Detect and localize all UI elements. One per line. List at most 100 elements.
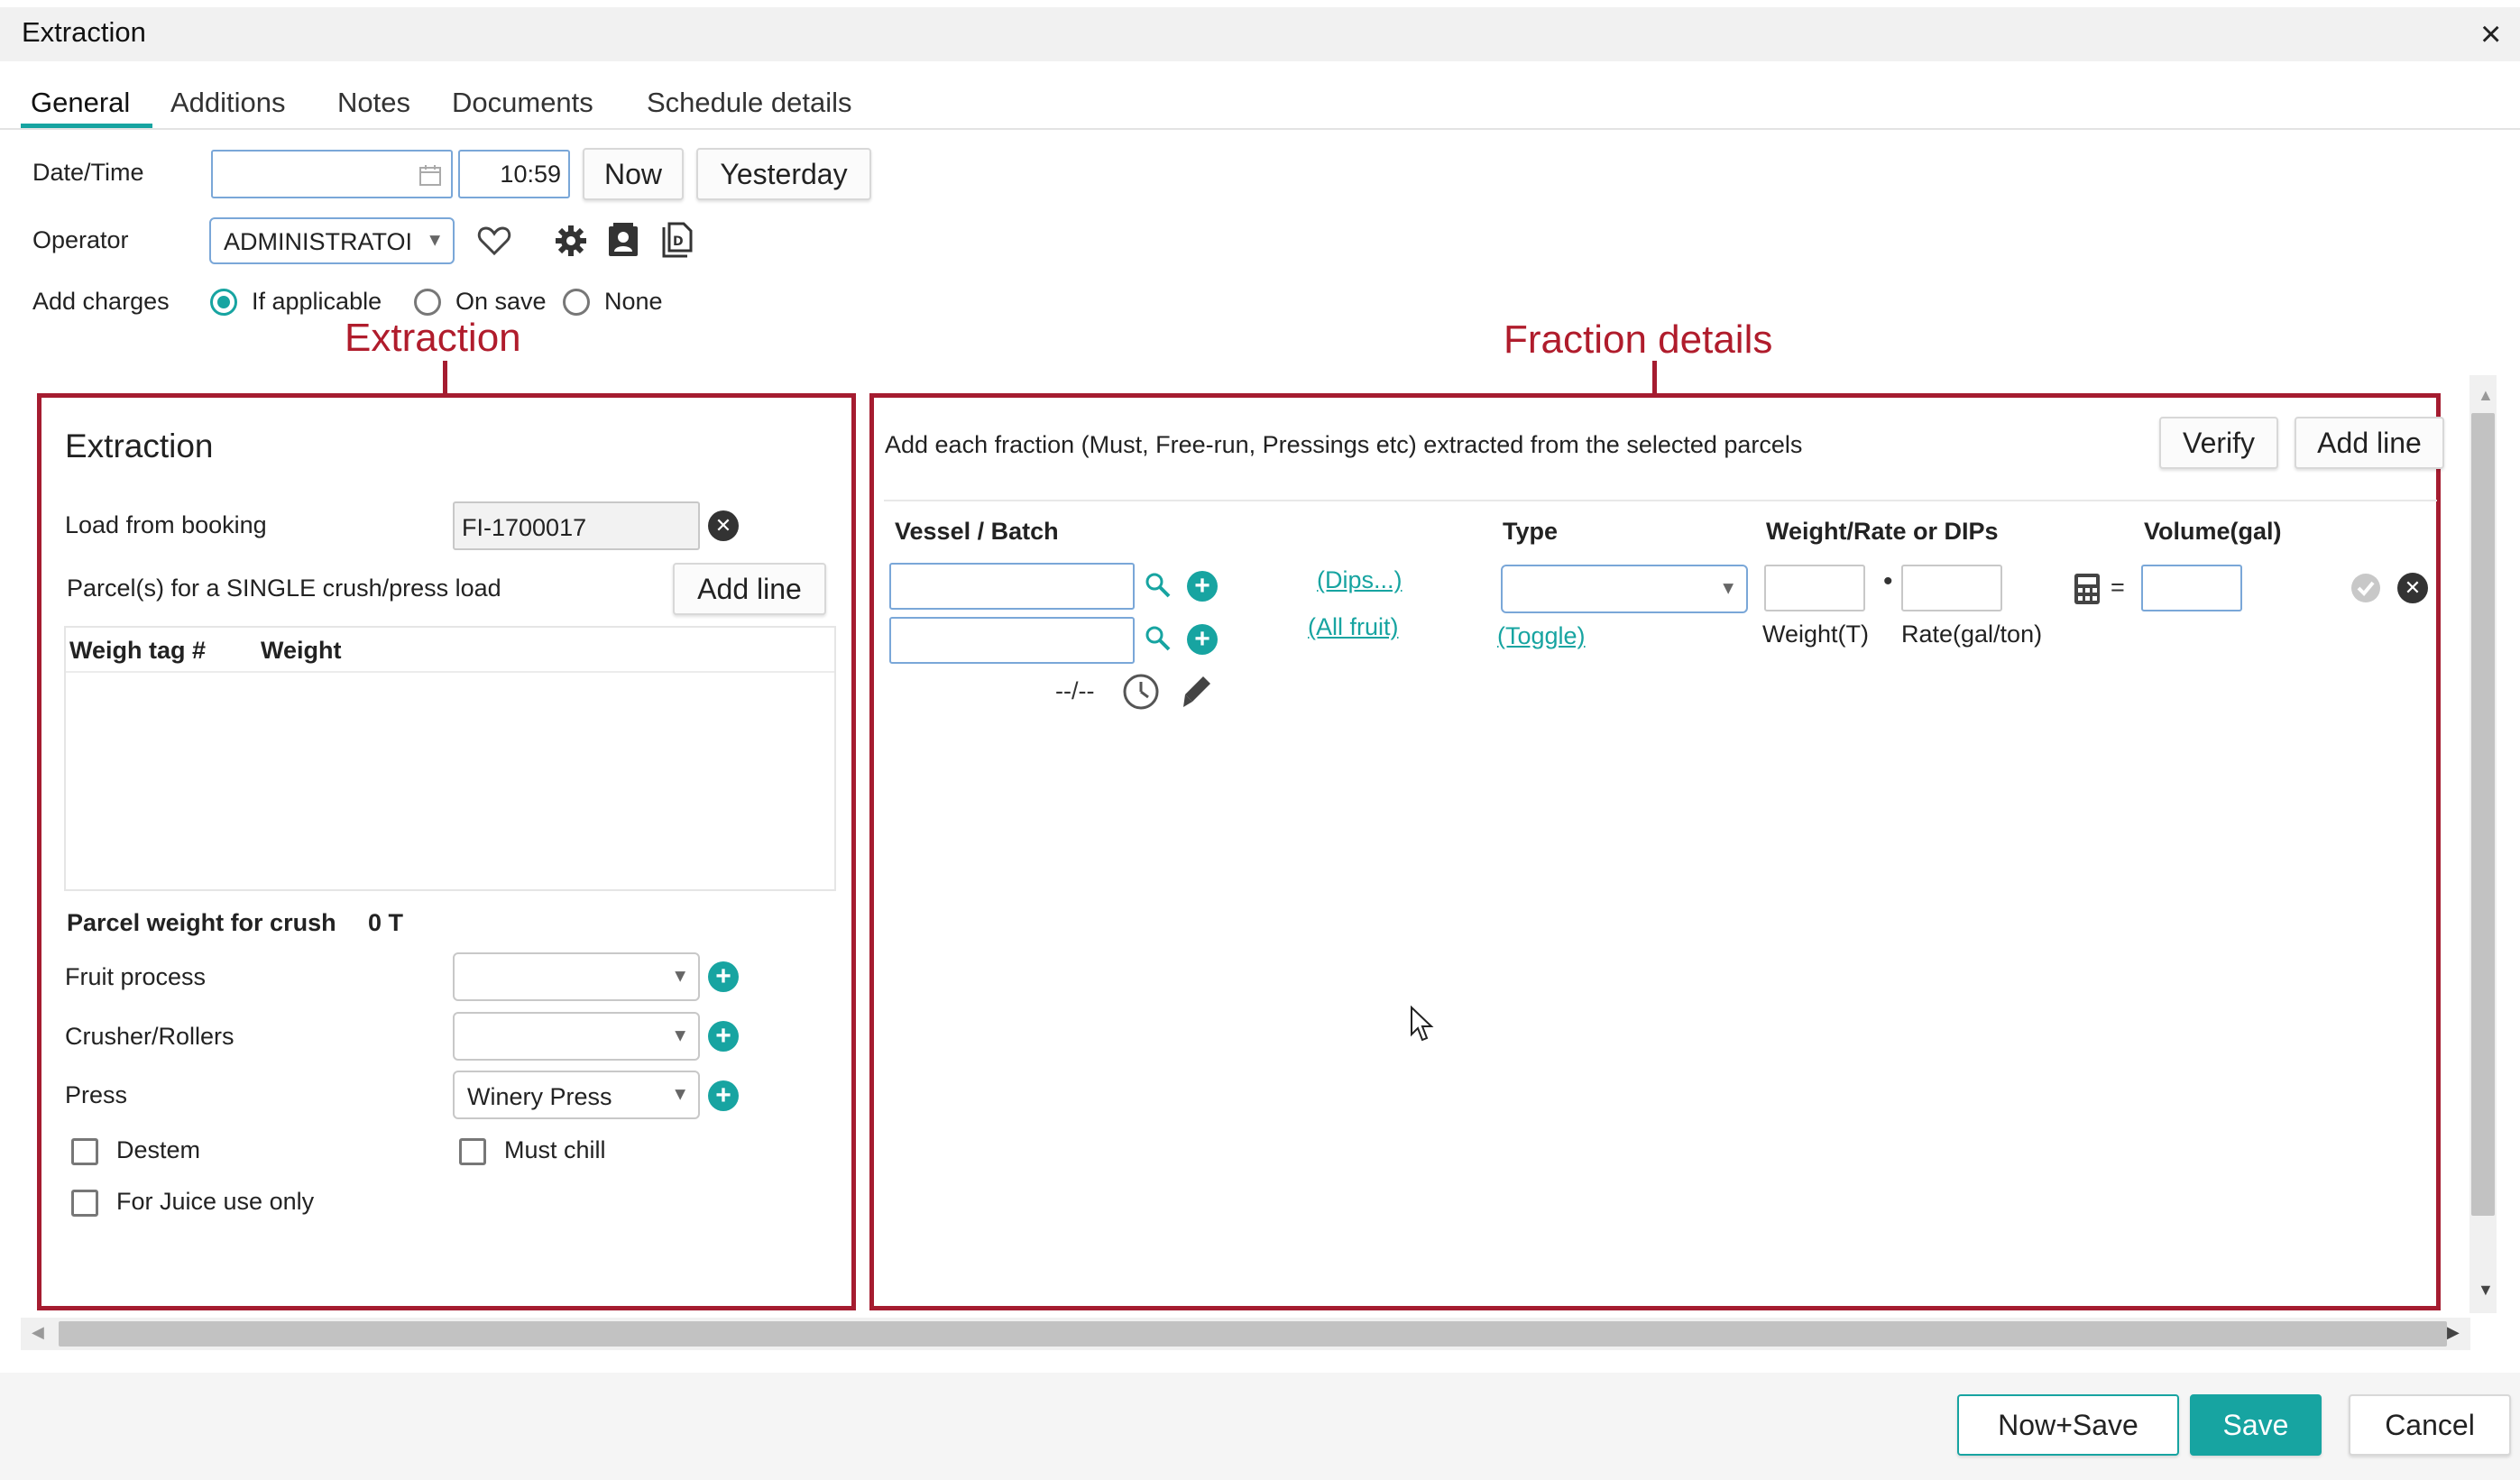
calculator-icon[interactable]	[2073, 572, 2102, 606]
pencil-icon[interactable]	[1182, 675, 1212, 709]
extraction-heading: Extraction	[65, 427, 214, 464]
fraction-details-annotation: Fraction details	[1504, 317, 1773, 362]
charges-none-radio[interactable]	[563, 289, 590, 316]
dips-link[interactable]: (Dips...)	[1317, 566, 1403, 594]
now-button[interactable]: Now	[583, 148, 684, 200]
operator-label: Operator	[32, 226, 129, 253]
destem-label: Destem	[116, 1136, 201, 1163]
contact-card-icon[interactable]	[606, 222, 640, 258]
vertical-scroll-thumb[interactable]	[2471, 413, 2495, 1216]
fraction-add-line-button[interactable]: Add line	[2295, 417, 2444, 469]
vertical-scrollbar[interactable]: ▲ ▼	[2469, 375, 2497, 1313]
rate-label: Rate(gal/ton)	[1901, 620, 2043, 648]
parcel-weight-label: Parcel weight for crush	[67, 909, 336, 936]
close-icon[interactable]: ×	[2480, 16, 2501, 52]
fraction-description: Add each fraction (Must, Free-run, Press…	[885, 431, 1803, 458]
svg-text:D: D	[673, 234, 684, 249]
parcels-label: Parcel(s) for a SINGLE crush/press load	[67, 575, 501, 602]
press-select[interactable]: Winery Press ▼	[453, 1071, 700, 1119]
chevron-down-icon: ▼	[426, 230, 444, 251]
tab-divider	[0, 128, 2520, 130]
mouse-cursor-icon	[1411, 1006, 1434, 1042]
weigh-tag-column-header: Weigh tag #	[69, 637, 207, 664]
search-icon[interactable]	[1144, 571, 1173, 600]
fruit-process-label: Fruit process	[65, 963, 207, 990]
all-fruit-link[interactable]: (All fruit)	[1308, 613, 1399, 641]
verify-button[interactable]: Verify	[2159, 417, 2278, 469]
now-save-button[interactable]: Now+Save	[1957, 1394, 2179, 1456]
scroll-left-icon[interactable]: ◀	[32, 1323, 44, 1342]
toggle-link[interactable]: (Toggle)	[1497, 622, 1586, 650]
weight-rate-column-header: Weight/Rate or DIPs	[1766, 518, 1999, 545]
charges-option-label: On save	[455, 288, 547, 315]
add-crusher-icon[interactable]: +	[708, 1021, 739, 1052]
window-title: Extraction	[22, 16, 146, 48]
operator-select[interactable]: ADMINISTRATOI ▼	[209, 217, 455, 264]
calendar-icon[interactable]	[418, 163, 442, 187]
scroll-right-icon[interactable]: ▶	[2447, 1323, 2460, 1342]
destem-checkbox[interactable]	[71, 1138, 98, 1165]
clear-booking-icon[interactable]: ✕	[708, 510, 739, 541]
confirm-icon[interactable]	[2350, 572, 2382, 604]
time-input[interactable]: 10:59	[458, 150, 570, 198]
scroll-up-icon[interactable]: ▲	[2478, 386, 2494, 405]
clock-icon[interactable]	[1122, 673, 1160, 711]
load-from-booking-label: Load from booking	[65, 511, 267, 538]
crusher-label: Crusher/Rollers	[65, 1023, 235, 1050]
tab-notes[interactable]: Notes	[337, 87, 410, 119]
rate-input[interactable]	[1901, 565, 2002, 611]
horizontal-scroll-thumb[interactable]	[59, 1321, 2447, 1347]
annotation-pointer	[443, 361, 447, 394]
title-bar	[0, 7, 2520, 61]
save-button[interactable]: Save	[2190, 1394, 2322, 1456]
weight-input[interactable]	[1764, 565, 1865, 611]
vessel-batch-column-header: Vessel / Batch	[895, 518, 1059, 545]
weight-label: Weight(T)	[1762, 620, 1870, 648]
chevron-down-icon: ▼	[671, 966, 689, 987]
volume-input[interactable]	[2141, 565, 2242, 611]
batch-input[interactable]	[889, 617, 1135, 664]
add-batch-icon[interactable]: +	[1187, 624, 1218, 655]
document-icon[interactable]: D	[660, 222, 694, 258]
tab-documents[interactable]: Documents	[452, 87, 593, 119]
tab-general[interactable]: General	[31, 87, 130, 119]
extraction-annotation: Extraction	[345, 316, 521, 360]
tab-schedule-details[interactable]: Schedule details	[647, 87, 852, 119]
fruit-process-select[interactable]: ▼	[453, 952, 700, 1001]
vessel-input[interactable]	[889, 563, 1135, 610]
add-charges-label: Add charges	[32, 288, 170, 315]
datetime-label: Date/Time	[32, 159, 144, 186]
weight-column-header: Weight	[261, 637, 342, 664]
scroll-down-icon[interactable]: ▼	[2478, 1281, 2494, 1300]
yesterday-button[interactable]: Yesterday	[696, 148, 871, 200]
add-fruit-process-icon[interactable]: +	[708, 961, 739, 992]
charges-if-applicable-radio[interactable]	[210, 289, 237, 316]
horizontal-scrollbar[interactable]: ◀ ▶	[21, 1318, 2470, 1350]
equals-symbol: =	[2111, 574, 2125, 601]
charges-option-label: None	[604, 288, 663, 315]
add-vessel-icon[interactable]: +	[1187, 571, 1218, 602]
parcel-weight-value: 0 T	[368, 909, 404, 936]
remove-fraction-icon[interactable]: ✕	[2397, 573, 2428, 603]
must-chill-label: Must chill	[504, 1136, 606, 1163]
heart-icon[interactable]	[477, 225, 511, 257]
charges-on-save-radio[interactable]	[414, 289, 441, 316]
gear-icon[interactable]	[554, 224, 588, 258]
booking-input[interactable]: FI-1700017	[453, 501, 700, 550]
batch-date-placeholder: --/--	[1055, 677, 1095, 704]
crusher-select[interactable]: ▼	[453, 1012, 700, 1061]
must-chill-checkbox[interactable]	[459, 1138, 486, 1165]
fraction-divider	[884, 500, 2437, 501]
cancel-button[interactable]: Cancel	[2349, 1394, 2511, 1456]
search-icon[interactable]	[1144, 624, 1173, 653]
juice-use-label: For Juice use only	[116, 1188, 315, 1215]
juice-use-checkbox[interactable]	[71, 1190, 98, 1217]
press-label: Press	[65, 1081, 128, 1108]
chevron-down-icon: ▼	[1719, 578, 1737, 599]
parcels-add-line-button[interactable]: Add line	[673, 563, 826, 615]
parcels-table: Weigh tag # Weight	[64, 626, 836, 891]
tab-additions[interactable]: Additions	[170, 87, 286, 119]
fraction-type-select[interactable]: ▼	[1501, 565, 1748, 613]
add-press-icon[interactable]: +	[708, 1080, 739, 1111]
date-input[interactable]	[211, 150, 453, 198]
